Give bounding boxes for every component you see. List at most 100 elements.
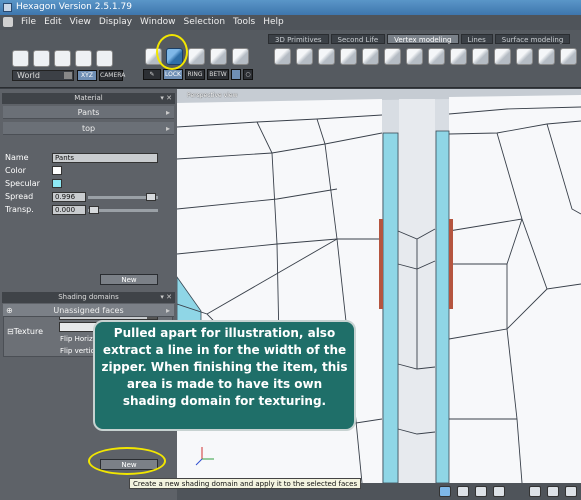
material-row-label: top xyxy=(81,124,96,133)
menu-bar: File Edit View Display Window Selection … xyxy=(0,15,581,30)
shading-domain-label: Unassigned faces xyxy=(53,306,124,315)
menu-display[interactable]: Display xyxy=(99,15,132,30)
tab-surface-modeling[interactable]: Surface modeling xyxy=(494,34,571,44)
scale-tool-icon[interactable] xyxy=(54,50,71,67)
shading-domain-unassigned[interactable]: ⊕ Unassigned faces ▸ xyxy=(3,304,174,317)
shading-domains-header: Shading domains ▾ ✕ xyxy=(2,292,175,303)
seam-strip-left xyxy=(382,132,399,483)
color-swatch[interactable] xyxy=(52,166,62,175)
chevron-right-icon: ▸ xyxy=(165,306,170,315)
hexagon-window: Hexagon Version 2.5.1.79 File Edit View … xyxy=(0,0,581,500)
mesh-right-panel xyxy=(449,95,581,483)
layout-icon[interactable] xyxy=(547,486,559,497)
ring-button[interactable]: RING xyxy=(185,69,205,80)
material-row-top[interactable]: top ▸ xyxy=(3,122,174,135)
extrude-tool-icon[interactable] xyxy=(274,48,291,65)
tab-vertex-modeling[interactable]: Vertex modeling xyxy=(387,34,459,44)
window-title: Hexagon Version 2.5.1.79 xyxy=(16,2,132,12)
specular-label: Specular xyxy=(5,179,40,188)
material-row-label: Pants xyxy=(77,108,100,117)
name-label: Name xyxy=(5,153,29,162)
tool-tabs: 3D Primitives Second Life Vertex modelin… xyxy=(268,34,571,44)
connect-tool-icon[interactable] xyxy=(428,48,445,65)
zipper-marker-left xyxy=(379,219,383,309)
new-button-highlight xyxy=(88,447,166,475)
zipper-marker-right xyxy=(449,219,453,309)
menu-edit[interactable]: Edit xyxy=(44,15,61,30)
material-panel-header: Material ▾ ✕ xyxy=(2,93,175,104)
bevel-tool-icon[interactable] xyxy=(296,48,313,65)
more-tools-icon[interactable] xyxy=(560,48,577,65)
select-tool-icon[interactable] xyxy=(96,50,113,67)
tesselate-tool-icon[interactable] xyxy=(318,48,335,65)
tab-3d-primitives[interactable]: 3D Primitives xyxy=(268,34,329,44)
texture-label-text: Texture xyxy=(13,327,43,336)
expand-icon[interactable]: ⊟ xyxy=(7,327,14,336)
seam-strip-right xyxy=(435,130,450,483)
camera-button[interactable]: CAMERA xyxy=(99,70,125,81)
texture-label: ⊟Texture xyxy=(7,327,43,336)
coordinate-system-value: World xyxy=(17,71,40,80)
symmetry-tool-icon[interactable] xyxy=(538,48,555,65)
chevron-down-icon xyxy=(64,72,72,79)
name-field[interactable]: Pants xyxy=(52,153,158,163)
dig-tool-icon[interactable] xyxy=(516,48,533,65)
menu-file[interactable]: File xyxy=(21,15,36,30)
spread-label: Spread xyxy=(5,192,34,201)
toggle-square-icon[interactable] xyxy=(231,69,241,80)
inflate-tool-icon[interactable] xyxy=(472,48,489,65)
auto-select-icon[interactable] xyxy=(232,48,249,65)
weld-tool-icon[interactable] xyxy=(362,48,379,65)
color-label: Color xyxy=(5,166,26,175)
select-mode-icon[interactable] xyxy=(439,486,451,497)
viewport-label: Perspective view xyxy=(187,92,238,99)
zoom-view-icon[interactable] xyxy=(475,486,487,497)
menu-view[interactable]: View xyxy=(70,15,91,30)
carve-tool-icon[interactable] xyxy=(494,48,511,65)
lock-button[interactable]: LOCK xyxy=(163,69,183,80)
rotate-view-icon[interactable] xyxy=(493,486,505,497)
pan-view-icon[interactable] xyxy=(457,486,469,497)
menu-selection[interactable]: Selection xyxy=(184,15,225,30)
hexagon-logo-icon xyxy=(3,17,13,27)
between-button[interactable]: BETW xyxy=(207,69,229,80)
properties-panel: Material ▾ ✕ Pants ▸ top ▸ Name Pants Co… xyxy=(0,89,177,500)
view-options-icon[interactable] xyxy=(565,486,577,497)
spread-field[interactable]: 0.996 xyxy=(52,192,86,202)
edge-select-icon[interactable] xyxy=(188,48,205,65)
panel-controls-icon[interactable]: ▾ ✕ xyxy=(160,93,172,104)
smooth-tool-icon[interactable] xyxy=(450,48,467,65)
new-shading-domain-tooltip: Create a new shading domain and apply it… xyxy=(129,478,362,489)
xyz-button[interactable]: XYZ xyxy=(77,70,97,81)
menu-tools[interactable]: Tools xyxy=(233,15,255,30)
face-select-highlight xyxy=(156,34,188,70)
object-select-icon[interactable] xyxy=(210,48,227,65)
tab-lines[interactable]: Lines xyxy=(460,34,493,44)
pencil-icon[interactable]: ✎ xyxy=(143,69,161,80)
transp-field[interactable]: 0.000 xyxy=(52,205,86,215)
coordinate-system-select[interactable]: World xyxy=(12,70,74,81)
split-tool-icon[interactable] xyxy=(406,48,423,65)
specular-swatch[interactable] xyxy=(52,179,62,188)
transp-label: Transp. xyxy=(5,205,34,214)
slice-tool-icon[interactable] xyxy=(340,48,357,65)
toggle-circle-icon[interactable]: ○ xyxy=(243,69,253,80)
universal-manipulator-icon[interactable] xyxy=(75,50,92,67)
material-panel-title: Material xyxy=(74,94,103,102)
panel-controls-icon[interactable]: ▾ ✕ xyxy=(160,292,172,303)
menu-window[interactable]: Window xyxy=(140,15,176,30)
add-circle-icon[interactable]: ⊕ xyxy=(6,304,13,317)
chevron-right-icon: ▸ xyxy=(165,108,170,117)
material-new-button[interactable]: New xyxy=(100,274,158,285)
chevron-right-icon: ▸ xyxy=(165,124,170,133)
shading-domains-title: Shading domains xyxy=(58,293,119,301)
menu-help[interactable]: Help xyxy=(263,15,284,30)
move-tool-icon[interactable] xyxy=(12,50,29,67)
transp-slider-knob[interactable] xyxy=(89,206,99,214)
frame-all-icon[interactable] xyxy=(529,486,541,497)
rotate-tool-icon[interactable] xyxy=(33,50,50,67)
bridge-tool-icon[interactable] xyxy=(384,48,401,65)
spread-slider-knob[interactable] xyxy=(146,193,156,201)
material-row-pants[interactable]: Pants ▸ xyxy=(3,106,174,119)
tab-second-life[interactable]: Second Life xyxy=(330,34,386,44)
